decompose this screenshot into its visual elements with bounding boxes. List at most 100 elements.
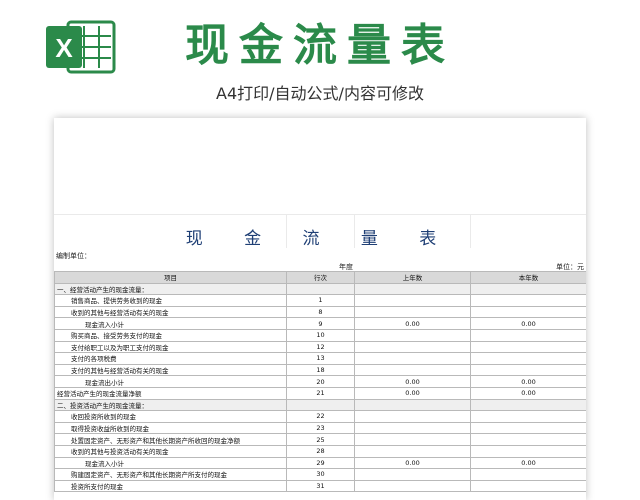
cell-prev-year[interactable] [354, 340, 471, 354]
unit-label: 编制单位： [56, 252, 91, 260]
spreadsheet-preview: 现 金 流 量 表 编制单位： 年度 单位：元 项目 行次 上年数 本年数 一、… [54, 118, 586, 500]
cell-curr-year[interactable]: 0.00 [470, 386, 586, 400]
cell-line[interactable]: 1 [286, 294, 355, 307]
table-row: 经营活动产生的现金流量净额 21 0.00 0.00 [54, 386, 586, 400]
cell-item[interactable]: 销售商品、提供劳务收到的现金 [54, 294, 287, 307]
cell-line[interactable]: 18 [286, 363, 355, 377]
cell-prev-year[interactable] [354, 444, 471, 458]
cell-curr-year[interactable] [470, 328, 586, 342]
cell-line[interactable]: 31 [286, 479, 355, 493]
cell-prev-year[interactable] [354, 363, 471, 377]
cell-prev-year[interactable]: 0.00 [354, 375, 471, 388]
header-line: 行次 [286, 271, 355, 284]
cell-prev-year[interactable] [354, 468, 471, 481]
cell-prev-year[interactable]: 0.00 [354, 456, 471, 470]
table-header-row: 项目 行次 上年数 本年数 [54, 271, 586, 284]
cash-flow-table: 项目 行次 上年数 本年数 一、经营活动产生的现金流量： 销售商品、提供劳务收到的… [54, 271, 586, 493]
cell-line[interactable]: 25 [286, 433, 355, 446]
cell-curr-year[interactable] [470, 294, 586, 307]
header-item: 项目 [54, 271, 287, 284]
cell-line[interactable]: 9 [286, 317, 355, 330]
cell-item[interactable]: 现金流入小计 [54, 456, 287, 470]
cell-prev-year[interactable] [354, 305, 471, 319]
cell-curr-year[interactable] [470, 282, 586, 296]
cell-item[interactable]: 经营活动产生的现金流量净额 [54, 386, 287, 400]
cell-prev-year[interactable] [354, 294, 471, 307]
cell-item[interactable]: 收回投资所收到的现金 [54, 410, 287, 423]
table-row: 取得投资收益所收到的现金 23 [54, 421, 586, 435]
grid-line [54, 214, 586, 215]
table-row: 收到的其他与投资活动有关的现金 28 [54, 444, 586, 458]
cell-curr-year[interactable] [470, 398, 586, 412]
table-row: 购建固定资产、无形资产和其他长期资产所支付的现金 30 [54, 468, 586, 481]
cell-item[interactable]: 收到的其他与经营活动有关的现金 [54, 305, 287, 319]
cell-item[interactable]: 处置固定资产、无形资产和其他长期资产所收回的现金净额 [54, 433, 287, 446]
cell-line[interactable]: 20 [286, 375, 355, 388]
cell-item[interactable]: 取得投资收益所收到的现金 [54, 421, 287, 435]
cell-line[interactable]: 8 [286, 305, 355, 319]
cell-curr-year[interactable] [470, 479, 586, 493]
cell-curr-year[interactable] [470, 363, 586, 377]
cell-item[interactable]: 购建固定资产、无形资产和其他长期资产所支付的现金 [54, 468, 287, 481]
cell-item[interactable]: 支付给职工以及为职工支付的现金 [54, 340, 287, 354]
cell-item[interactable]: 现金流入小计 [54, 317, 287, 330]
banner: X 现金流量表 A4打印/自动公式/内容可修改 [0, 0, 640, 118]
cell-line[interactable] [286, 282, 355, 296]
cell-curr-year[interactable] [470, 410, 586, 423]
cell-prev-year[interactable] [354, 433, 471, 446]
cell-curr-year[interactable] [470, 433, 586, 446]
header-prev-year: 上年数 [354, 271, 471, 284]
table-row: 销售商品、提供劳务收到的现金 1 [54, 294, 586, 307]
sheet-title: 现 金 流 量 表 [185, 229, 455, 249]
page-title: 现金流量表 [185, 20, 455, 71]
cell-prev-year[interactable] [354, 398, 471, 412]
cell-prev-year[interactable] [354, 328, 471, 342]
header-curr-year: 本年数 [470, 271, 586, 284]
cell-item[interactable]: 投资所支付的现金 [54, 479, 287, 493]
cell-curr-year[interactable]: 0.00 [470, 375, 586, 388]
table-row: 支付的各项税费 13 [54, 352, 586, 365]
cell-curr-year[interactable] [470, 421, 586, 435]
cell-curr-year[interactable] [470, 444, 586, 458]
cell-prev-year[interactable]: 0.00 [354, 386, 471, 400]
cell-prev-year[interactable] [354, 479, 471, 493]
table-row: 投资所支付的现金 31 [54, 479, 586, 493]
table-row: 处置固定资产、无形资产和其他长期资产所收回的现金净额 25 [54, 433, 586, 446]
cell-line[interactable]: 23 [286, 421, 355, 435]
cell-line[interactable]: 29 [286, 456, 355, 470]
table-row: 二、投资活动产生的现金流量： [54, 398, 586, 412]
cell-curr-year[interactable] [470, 305, 586, 319]
cell-line[interactable] [286, 398, 355, 412]
cell-line[interactable]: 12 [286, 340, 355, 354]
cell-line[interactable]: 13 [286, 352, 355, 365]
table-row: 现金流入小计 9 0.00 0.00 [54, 317, 586, 330]
cell-prev-year[interactable]: 0.00 [354, 317, 471, 330]
cell-curr-year[interactable] [470, 468, 586, 481]
cell-item[interactable]: 现金流出小计 [54, 375, 287, 388]
cell-prev-year[interactable] [354, 352, 471, 365]
cell-prev-year[interactable] [354, 282, 471, 296]
cell-curr-year[interactable]: 0.00 [470, 317, 586, 330]
cell-item[interactable]: 支付的其他与经营活动有关的现金 [54, 363, 287, 377]
table-row: 一、经营活动产生的现金流量： [54, 282, 586, 296]
cell-line[interactable]: 10 [286, 328, 355, 342]
cell-prev-year[interactable] [354, 410, 471, 423]
cell-line[interactable]: 28 [286, 444, 355, 458]
cell-item[interactable]: 购买商品、接受劳务支付的现金 [54, 328, 287, 342]
cell-item[interactable]: 一、经营活动产生的现金流量： [54, 282, 287, 296]
cell-line[interactable]: 22 [286, 410, 355, 423]
cell-prev-year[interactable] [354, 421, 471, 435]
cell-line[interactable]: 21 [286, 386, 355, 400]
table-row: 收回投资所收到的现金 22 [54, 410, 586, 423]
page-subtitle: A4打印/自动公式/内容可修改 [216, 84, 424, 103]
table-row: 现金流出小计 20 0.00 0.00 [54, 375, 586, 388]
cell-item[interactable]: 支付的各项税费 [54, 352, 287, 365]
cell-item[interactable]: 二、投资活动产生的现金流量： [54, 398, 287, 412]
cell-curr-year[interactable] [470, 340, 586, 354]
cell-line[interactable]: 30 [286, 468, 355, 481]
excel-logo-icon: X [46, 20, 116, 74]
cell-curr-year[interactable] [470, 352, 586, 365]
cell-item[interactable]: 收到的其他与投资活动有关的现金 [54, 444, 287, 458]
table-row: 收到的其他与经营活动有关的现金 8 [54, 305, 586, 319]
cell-curr-year[interactable]: 0.00 [470, 456, 586, 470]
